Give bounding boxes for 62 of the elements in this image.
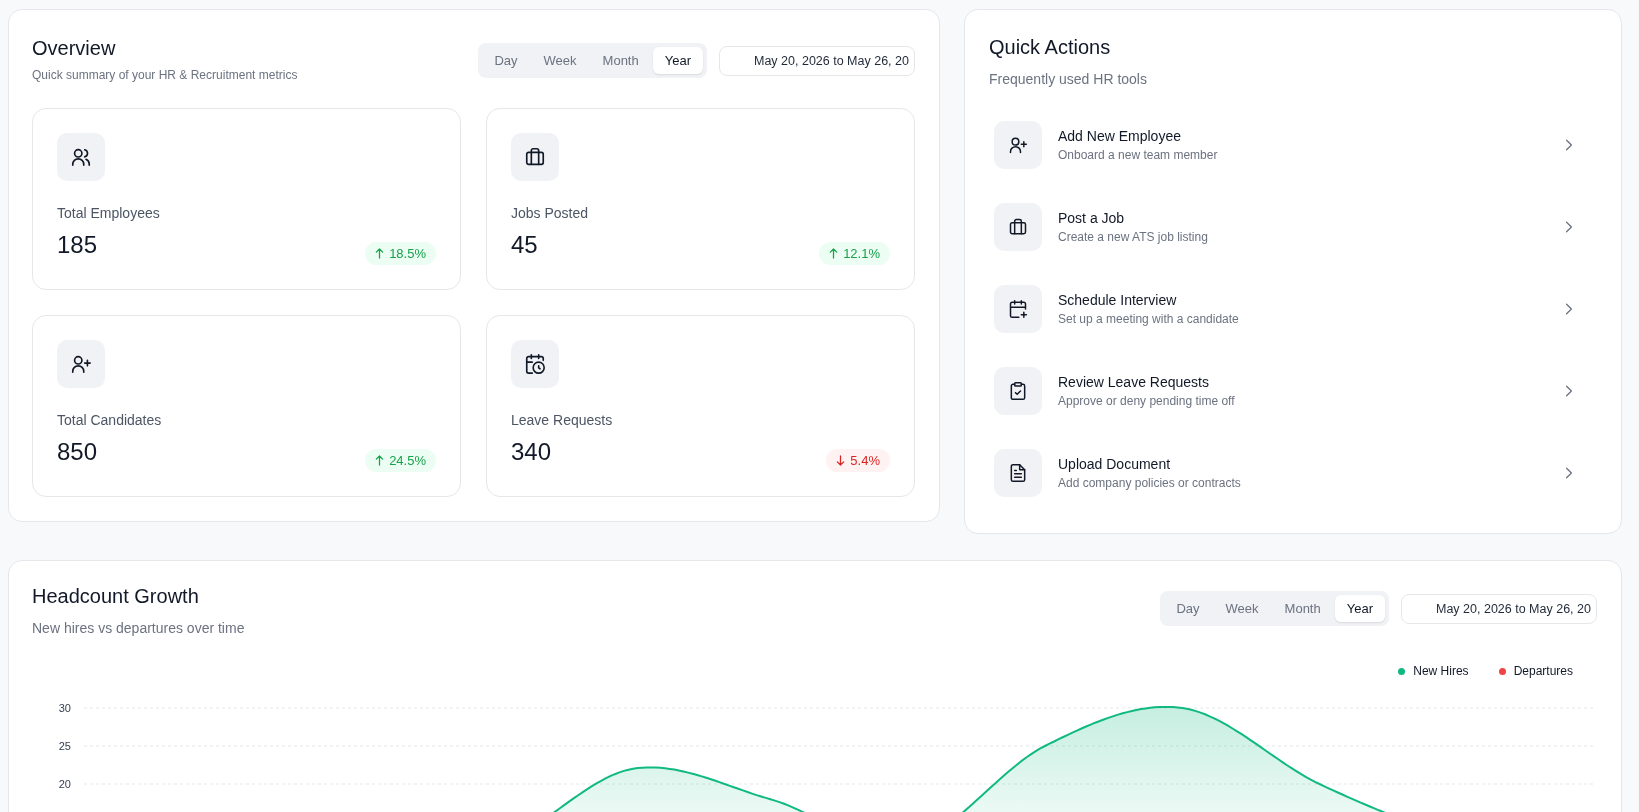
stat-label: Total Candidates [57,412,163,428]
users-icon [57,133,105,181]
card-subtitle: Frequently used HR tools [989,71,1148,87]
period-tab[interactable]: Week [1213,595,1271,622]
legend-label: Departures [1513,664,1573,678]
date-range-field[interactable]: May 20, 2026 to May 26, 20 [1401,593,1597,624]
file-icon [994,449,1042,497]
chevron-right-icon [1565,302,1573,316]
period-tab[interactable]: Day [1164,595,1212,622]
action-description: Set up a meeting with a candidate [1058,312,1240,326]
chevron-right-icon [1565,138,1573,152]
stat-value: 45 [511,231,538,259]
stat-label: Total Employees [57,205,161,221]
action-description: Approve or deny pending time off [1058,394,1236,408]
card-title: Headcount Growth [32,585,200,608]
period-tab[interactable]: Year [652,47,703,74]
chevron-right-icon [1565,220,1573,234]
change-badge: 5.4% [826,449,890,472]
stat-value: 185 [57,231,98,259]
card-subtitle: Quick summary of your HR & Recruitment metrics [32,68,298,82]
user-plus-icon [57,340,105,388]
quick-action-item[interactable]: Review Leave Requests Approve or deny pending time off [989,367,1597,415]
action-title: Post a Job [1058,210,1126,226]
action-title: Upload Document [1058,456,1172,472]
date-range-field[interactable]: May 20, 2026 to May 26, 20 [719,45,915,76]
action-description: Onboard a new team member [1058,148,1219,162]
quick-action-item[interactable]: Post a Job Create a new ATS job listing [989,203,1597,251]
chevron-right-icon [1565,466,1573,480]
action-description: Add company policies or contracts [1058,476,1242,490]
card-title: Overview [32,37,117,60]
axis-tick-label: 25 [58,740,71,752]
calendar-plus-icon [994,285,1042,333]
action-title: Schedule Interview [1058,292,1178,308]
period-tab[interactable]: Month [590,47,651,74]
period-tab[interactable]: Day [482,47,530,74]
calendar-clock-icon [511,340,559,388]
axis-tick-label: 30 [58,702,71,714]
period-tab[interactable]: Year [1334,595,1385,622]
briefcase-icon [511,133,559,181]
legend-label: New Hires [1413,664,1469,678]
quick-action-item[interactable]: Schedule Interview Set up a meeting with a candidate [989,285,1597,333]
action-title: Review Leave Requests [1058,374,1210,390]
chevron-right-icon [1565,384,1573,398]
card-title: Quick Actions [989,36,1112,59]
briefcase-icon [994,203,1042,251]
period-tab[interactable]: Month [1272,595,1333,622]
change-badge: 12.1% [819,242,890,265]
clipboard-check-icon [994,367,1042,415]
user-plus-icon [994,121,1042,169]
quick-action-item[interactable]: Upload Document Add company policies or contracts [989,449,1597,497]
axis-tick-label: 20 [58,778,71,790]
action-description: Create a new ATS job listing [1058,230,1209,244]
period-tab[interactable]: Week [531,47,589,74]
stat-value: 340 [511,438,552,466]
stat-label: Jobs Posted [511,205,590,221]
action-title: Add New Employee [1058,128,1182,144]
change-badge: 24.5% [365,449,436,472]
card-subtitle: New hires vs departures over time [32,620,245,636]
stat-value: 850 [57,438,98,466]
quick-action-item[interactable]: Add New Employee Onboard a new team member [989,121,1597,169]
stat-label: Leave Requests [511,412,614,428]
change-badge: 18.5% [365,242,436,265]
